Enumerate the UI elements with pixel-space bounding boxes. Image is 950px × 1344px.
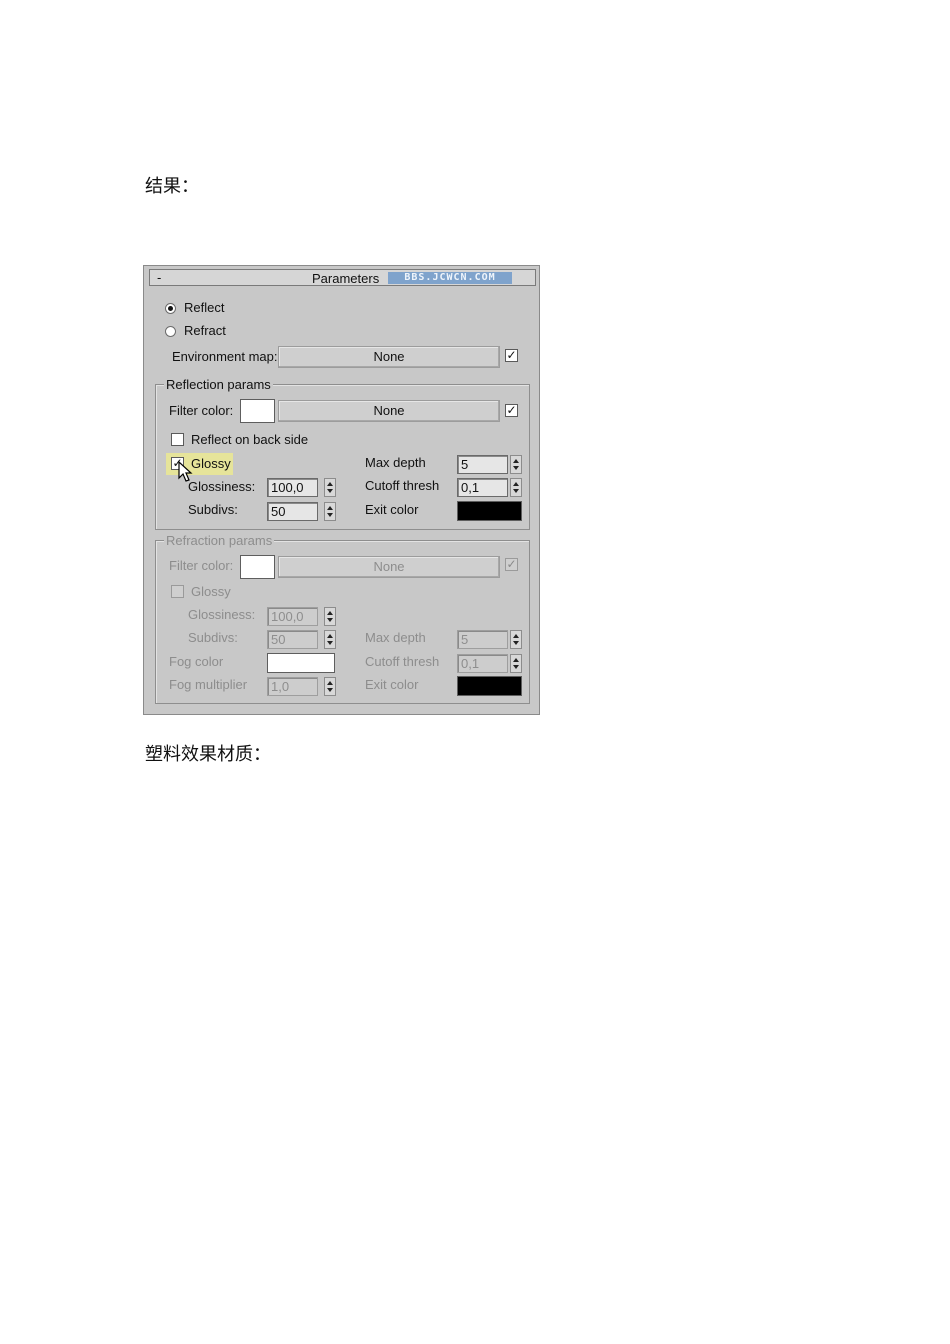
refraction-filter-color-swatch[interactable] (240, 555, 275, 579)
reflection-filter-color-swatch[interactable] (240, 399, 275, 423)
refraction-max-depth-spinner[interactable] (510, 630, 522, 649)
reflection-cutoff-label: Cutoff thresh (365, 478, 440, 493)
reflection-max-depth-label: Max depth (365, 455, 426, 470)
refraction-params-label: Refraction params (164, 533, 275, 548)
refraction-cutoff-field[interactable]: 0,1 (457, 654, 508, 673)
reflection-filter-color-label: Filter color: (169, 403, 234, 418)
refract-radio-label: Refract (184, 323, 226, 338)
reflection-cutoff-spinner[interactable] (510, 478, 522, 497)
refraction-exit-color-swatch[interactable] (457, 676, 522, 696)
refraction-filter-map-button[interactable]: None (278, 556, 500, 578)
reflection-subdivs-spinner[interactable] (324, 502, 336, 521)
refraction-cutoff-label: Cutoff thresh (365, 654, 440, 669)
section-heading-result: 结果： (145, 176, 199, 197)
reflect-on-back-side-checkbox[interactable] (171, 433, 184, 446)
reflection-max-depth-spinner[interactable] (510, 455, 522, 474)
reflection-params-label: Reflection params (164, 377, 273, 392)
reflection-exit-color-swatch[interactable] (457, 501, 522, 521)
refraction-filter-map-checkbox[interactable]: ✓ (505, 558, 518, 571)
reflection-filter-map-checkbox[interactable]: ✓ (505, 404, 518, 417)
environment-map-button[interactable]: None (278, 346, 500, 368)
fog-color-swatch[interactable] (267, 653, 335, 673)
refraction-subdivs-label: Subdivs: (188, 630, 238, 645)
reflection-filter-map-button[interactable]: None (278, 400, 500, 422)
fog-color-label: Fog color (169, 654, 224, 669)
fog-multiplier-spinner[interactable] (324, 677, 336, 696)
environment-map-label: Environment map: (172, 349, 278, 364)
fog-multiplier-label: Fog multiplier (169, 677, 248, 692)
refraction-subdivs-field[interactable]: 50 (267, 630, 318, 649)
refraction-glossiness-label: Glossiness: (188, 607, 256, 622)
refract-radio[interactable] (165, 326, 176, 337)
reflection-exit-color-label: Exit color (365, 502, 419, 517)
refraction-max-depth-label: Max depth (365, 630, 426, 645)
reflection-glossiness-field[interactable]: 100,0 (267, 478, 318, 497)
refraction-filter-color-label: Filter color: (169, 558, 234, 573)
fog-multiplier-field[interactable]: 1,0 (267, 677, 318, 696)
reflection-subdivs-field[interactable]: 50 (267, 502, 318, 521)
refraction-subdivs-spinner[interactable] (324, 630, 336, 649)
vray-material-parameters-panel: - Parameters BBS.JCWCN.COM Reflect Refra… (143, 265, 540, 715)
site-watermark: BBS.JCWCN.COM (388, 272, 512, 284)
reflect-on-back-side-label: Reflect on back side (191, 432, 309, 447)
reflect-radio[interactable] (165, 303, 176, 314)
refraction-glossy-label: Glossy (191, 584, 231, 599)
environment-map-checkbox[interactable]: ✓ (505, 349, 518, 362)
reflection-cutoff-field[interactable]: 0,1 (457, 478, 508, 497)
rollout-title: Parameters (312, 271, 380, 286)
reflection-glossiness-spinner[interactable] (324, 478, 336, 497)
rollout-collapse-icon[interactable]: - (157, 270, 161, 285)
reflection-glossy-label: Glossy (191, 456, 231, 471)
reflection-subdivs-label: Subdivs: (188, 502, 238, 517)
refraction-max-depth-field[interactable]: 5 (457, 630, 508, 649)
reflect-radio-label: Reflect (184, 300, 225, 315)
section-heading-plastic-material: 塑料效果材质： (145, 744, 271, 765)
rollout-header[interactable]: - Parameters BBS.JCWCN.COM (149, 269, 536, 286)
refraction-glossiness-field[interactable]: 100,0 (267, 607, 318, 626)
refraction-exit-color-label: Exit color (365, 677, 419, 692)
reflection-max-depth-field[interactable]: 5 (457, 455, 508, 474)
refraction-glossy-checkbox[interactable] (171, 585, 184, 598)
refraction-cutoff-spinner[interactable] (510, 654, 522, 673)
refraction-glossiness-spinner[interactable] (324, 607, 336, 626)
reflection-glossiness-label: Glossiness: (188, 479, 256, 494)
